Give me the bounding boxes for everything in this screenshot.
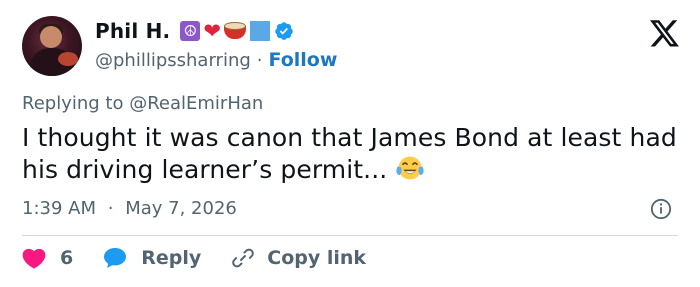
like-count: 6 — [60, 247, 74, 269]
name-row: Phil H. ☮ ❤ — [95, 18, 337, 44]
tweet-text: I thought it was canon that James Bond a… — [22, 122, 682, 186]
author-name[interactable]: Phil H. — [95, 19, 170, 43]
follow-button[interactable]: Follow — [269, 49, 338, 71]
reply-button[interactable]: Reply — [103, 247, 201, 269]
tweet-header: Phil H. ☮ ❤ @phillipssharring · Follow — [95, 18, 337, 71]
verified-badge-icon — [275, 22, 293, 40]
handle-row: @phillipssharring · Follow — [95, 49, 337, 71]
copy-link-button[interactable]: Copy link — [231, 246, 366, 270]
heart-filled-icon — [22, 248, 46, 269]
reply-prefix: Replying to — [22, 93, 124, 114]
reply-label: Reply — [141, 247, 202, 269]
meta-separator: · — [107, 198, 114, 219]
tweet-date[interactable]: May 7, 2026 — [125, 198, 237, 219]
speech-bubble-icon — [104, 248, 127, 268]
name-emojis: ☮ ❤ — [180, 19, 270, 43]
tweet-body: I thought it was canon that James Bond a… — [22, 123, 677, 184]
reply-mention[interactable]: @RealEmirHan — [129, 93, 263, 114]
avatar-drum — [58, 52, 78, 66]
face-with-tears-of-joy-icon — [396, 156, 424, 180]
avatar[interactable] — [22, 16, 82, 76]
action-bar: 6 Reply Copy link — [22, 246, 366, 270]
divider — [22, 235, 678, 236]
copy-link-label: Copy link — [267, 247, 367, 269]
avatar-face — [40, 26, 62, 48]
blue-square-icon — [249, 21, 270, 41]
author-handle[interactable]: @phillipssharring — [95, 50, 251, 71]
x-logo-icon[interactable] — [650, 20, 680, 48]
link-icon — [232, 248, 255, 268]
info-icon[interactable] — [650, 198, 672, 220]
drum-icon — [223, 22, 246, 40]
tweet-meta: 1:39 AM · May 7, 2026 — [22, 198, 237, 219]
tweet-card: Phil H. ☮ ❤ @phillipssharring · Follow R… — [0, 0, 700, 287]
heart-icon: ❤ — [203, 19, 221, 43]
tweet-time[interactable]: 1:39 AM — [22, 198, 96, 219]
peace-icon: ☮ — [180, 21, 201, 41]
reply-context: Replying to @RealEmirHan — [22, 93, 263, 114]
handle-separator: · — [256, 49, 263, 71]
like-button[interactable]: 6 — [22, 247, 73, 269]
